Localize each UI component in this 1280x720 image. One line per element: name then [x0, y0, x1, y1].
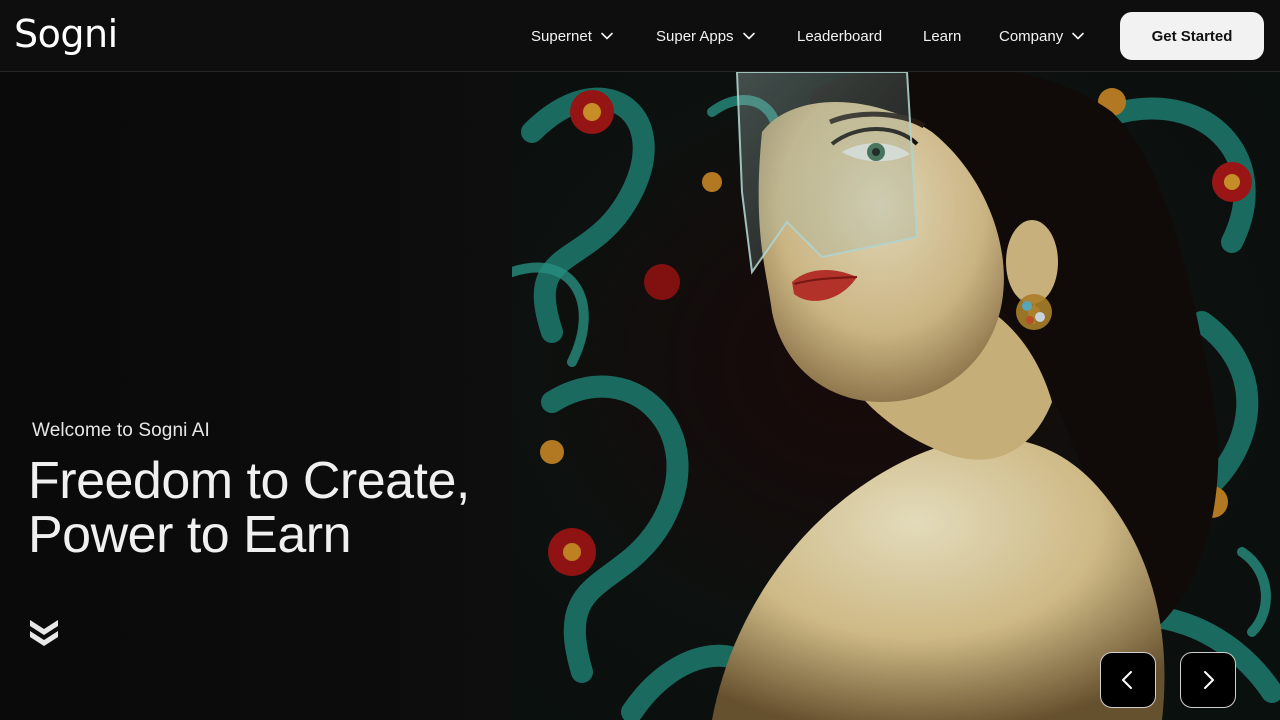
hero-image	[512, 72, 1280, 720]
chevron-left-icon	[1122, 671, 1132, 689]
get-started-button[interactable]: Get Started	[1120, 12, 1264, 60]
chevron-down-icon	[1072, 32, 1085, 40]
nav-item-supernet[interactable]: Supernet	[531, 24, 614, 48]
page: Sogni Supernet Super Apps Leaderboard Le…	[0, 0, 1280, 720]
nav-item-label: Super Apps	[656, 27, 734, 45]
nav-item-label: Company	[999, 27, 1064, 45]
chevron-down-icon	[601, 32, 613, 40]
hero-headline-line-1: Freedom to Create,	[28, 452, 470, 510]
chevron-down-icon	[742, 32, 755, 40]
nav-item-company[interactable]: Company	[999, 24, 1085, 48]
carousel-next-button[interactable]	[1180, 652, 1236, 708]
hero-headline: Freedom to Create, Power to Earn	[28, 454, 508, 562]
nav-item-super-apps[interactable]: Super Apps	[656, 24, 756, 48]
double-chevron-down-icon[interactable]	[28, 617, 60, 647]
carousel-prev-button[interactable]	[1100, 652, 1156, 708]
hero-eyebrow: Welcome to Sogni AI	[32, 420, 210, 441]
hero-text-panel: Welcome to Sogni AI Freedom to Create, P…	[0, 72, 512, 720]
nav-item-leaderboard[interactable]: Leaderboard	[797, 24, 882, 48]
nav-item-label: Supernet	[531, 27, 592, 45]
site-header: Sogni Supernet Super Apps Leaderboard Le…	[0, 0, 1280, 72]
portrait-image	[512, 72, 1280, 720]
nav-item-learn[interactable]: Learn	[923, 24, 961, 48]
chevron-right-icon	[1204, 671, 1214, 689]
logo[interactable]: Sogni	[14, 10, 118, 58]
hero-headline-line-2: Power to Earn	[28, 506, 352, 564]
nav-item-label: Learn	[923, 27, 962, 45]
nav-item-label: Leaderboard	[797, 27, 883, 45]
